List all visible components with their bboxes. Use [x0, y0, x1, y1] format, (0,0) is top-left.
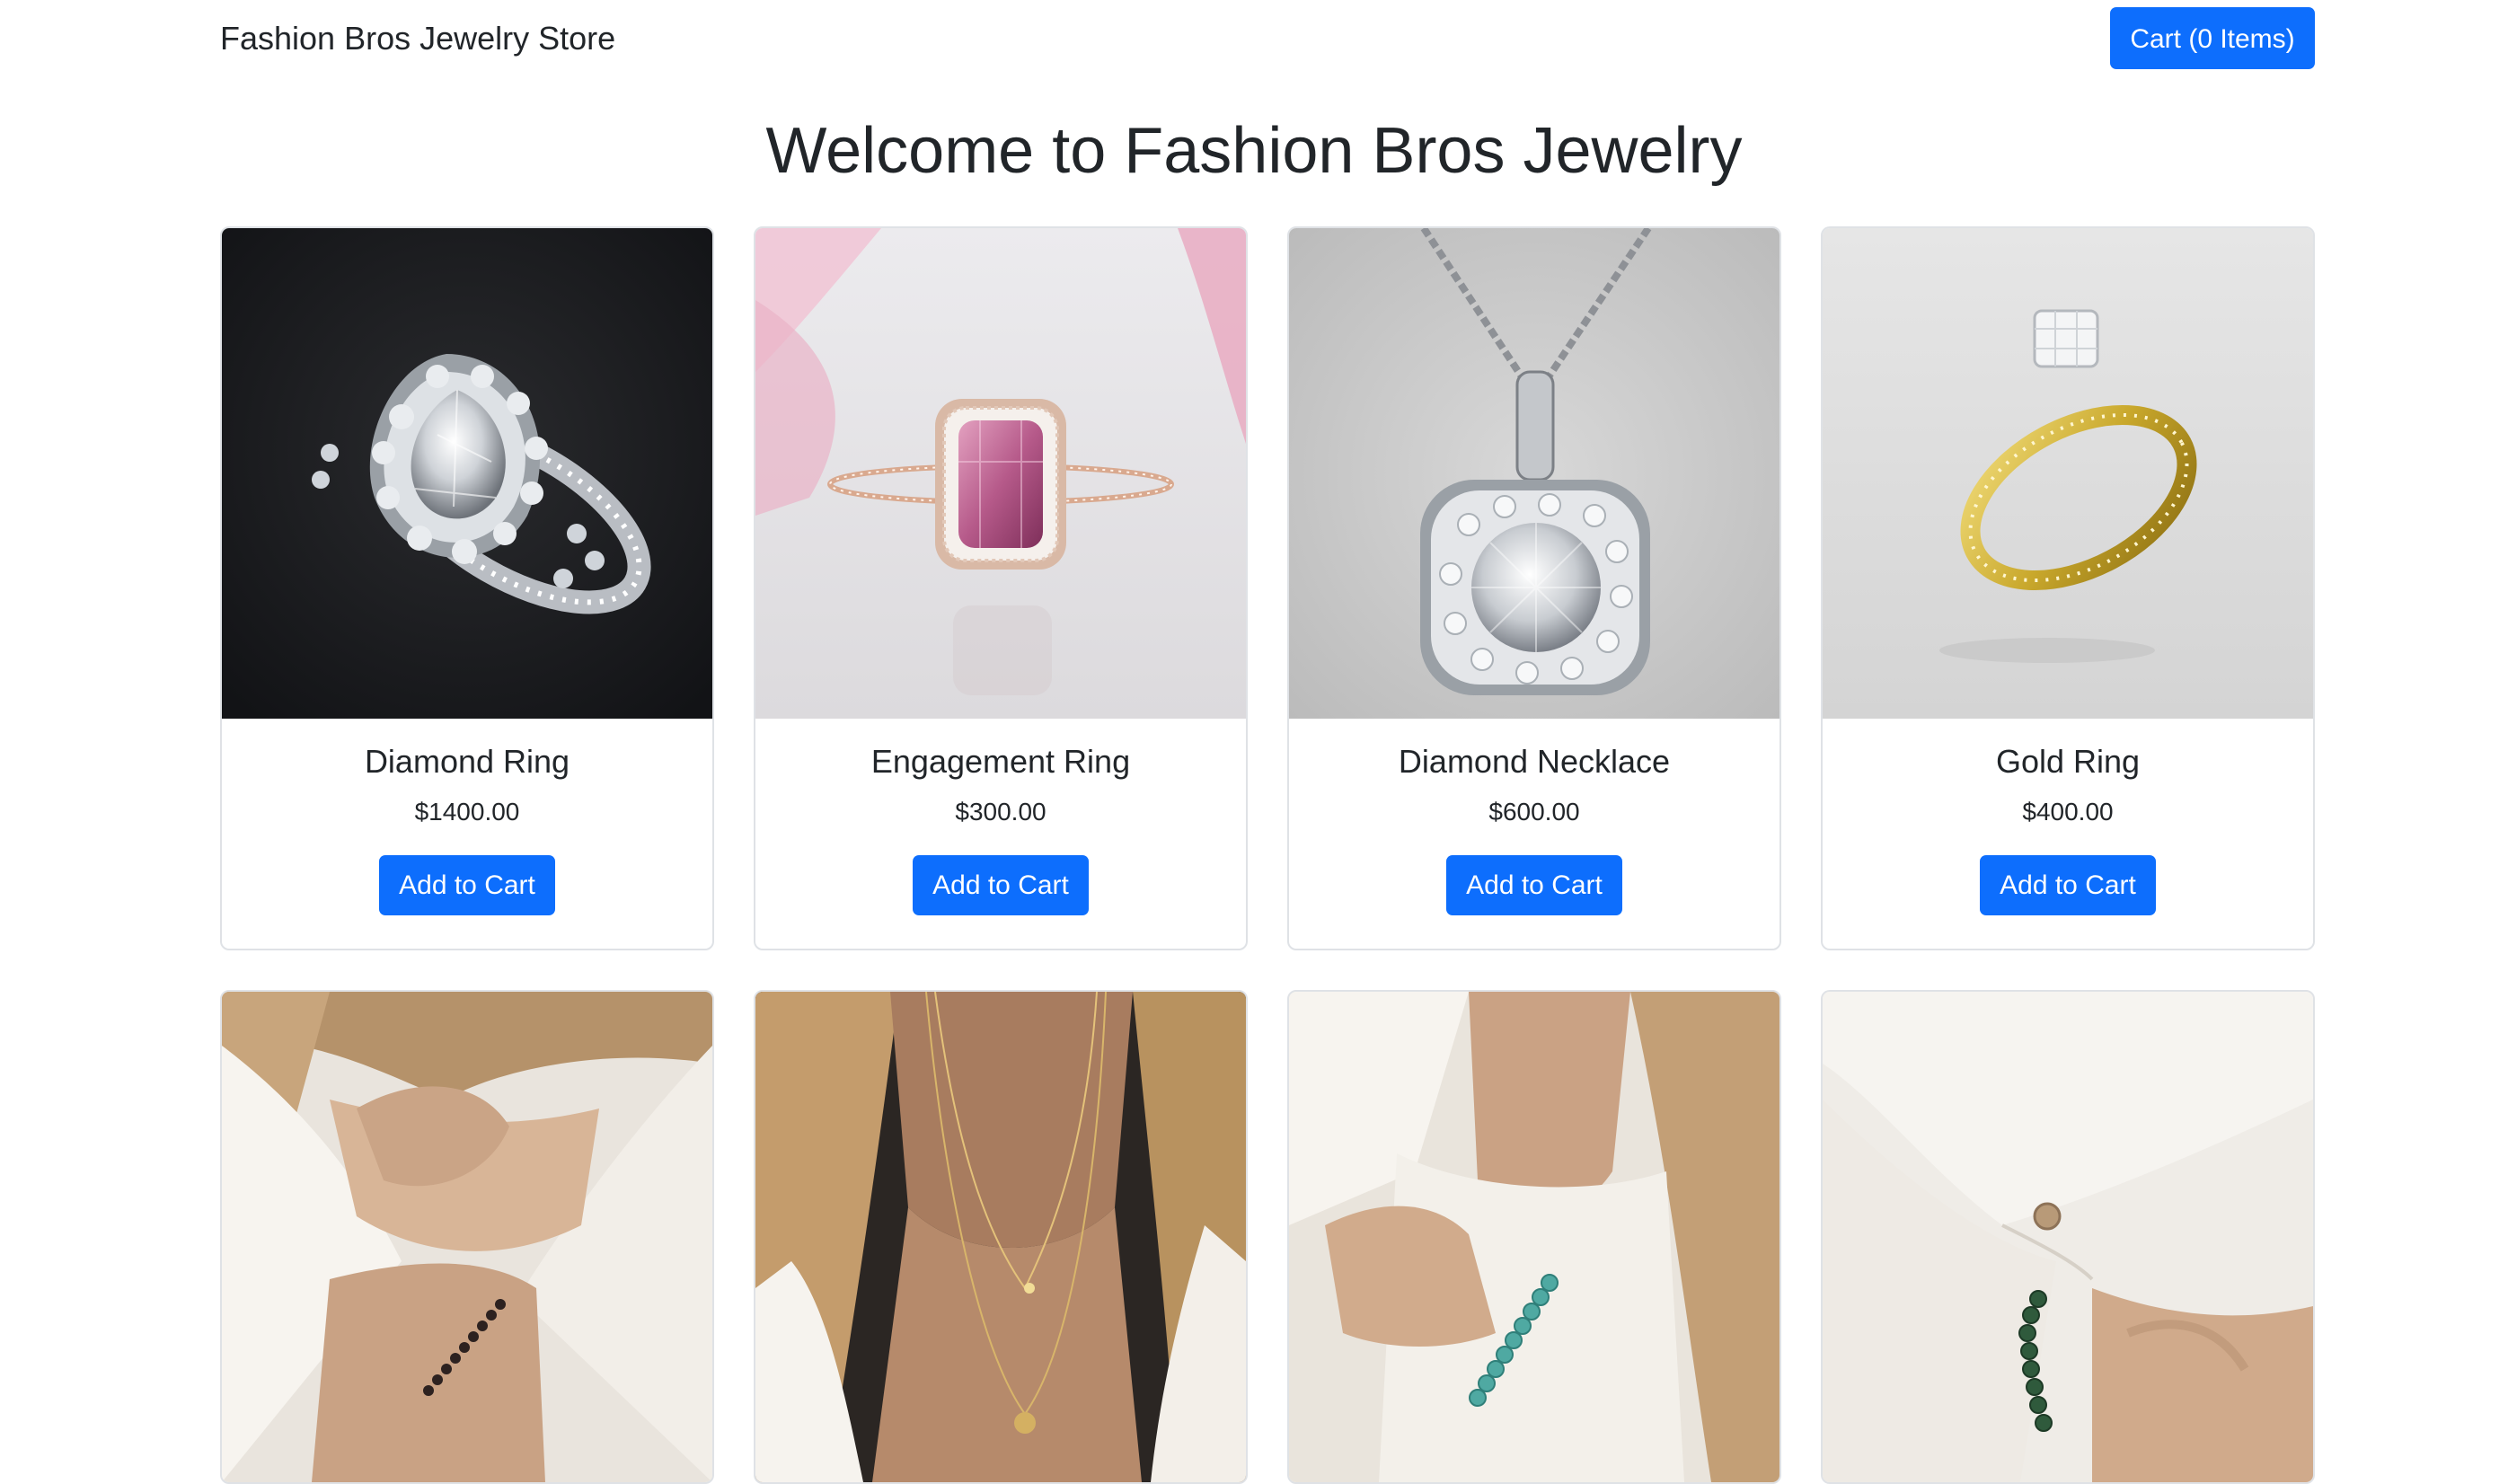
product-card: [220, 990, 714, 1484]
brand-link[interactable]: Fashion Bros Jewelry Store: [220, 21, 615, 57]
product-name: Gold Ring: [1995, 743, 2141, 780]
diamond-necklace-image[interactable]: [1289, 228, 1779, 719]
product-name: Diamond Necklace: [1398, 743, 1671, 780]
product-card: Gold Ring $400.00 Add to Cart: [1821, 226, 2315, 950]
diamond-ring-photo: [222, 228, 712, 719]
engagement-ring-photo: [755, 228, 1246, 719]
gold-ring-photo: [1823, 228, 2313, 719]
gold-ring-image[interactable]: [1823, 228, 2313, 719]
product-name: Diamond Ring: [364, 743, 570, 780]
product-grid: Diamond Ring $1400.00 Add to Cart Engage…: [220, 226, 2315, 1484]
product-price: $400.00: [2022, 798, 2114, 826]
product-name: Engagement Ring: [870, 743, 1131, 780]
add-to-cart-button[interactable]: Add to Cart: [1980, 855, 2156, 915]
cart-button[interactable]: Cart (0 Items): [2110, 7, 2315, 69]
card-body: Engagement Ring $300.00 Add to Cart: [755, 719, 1246, 949]
diamond-ring-image[interactable]: [222, 228, 712, 719]
product-card: [1821, 990, 2315, 1484]
product-card: [1287, 990, 1781, 1484]
product-card: Diamond Ring $1400.00 Add to Cart: [220, 226, 714, 950]
add-to-cart-button[interactable]: Add to Cart: [913, 855, 1089, 915]
beaded-bracelet-photo: [222, 992, 712, 1482]
green-bead-bracelet-image[interactable]: [1823, 992, 2313, 1482]
product-price: $300.00: [955, 798, 1046, 826]
layered-necklace-photo: [755, 992, 1246, 1482]
engagement-ring-image[interactable]: [755, 228, 1246, 719]
add-to-cart-button[interactable]: Add to Cart: [1446, 855, 1622, 915]
card-body: Diamond Ring $1400.00 Add to Cart: [222, 719, 712, 949]
layered-necklace-image[interactable]: [755, 992, 1246, 1482]
diamond-necklace-photo: [1289, 228, 1779, 719]
page-title: Welcome to Fashion Bros Jewelry: [765, 115, 1743, 187]
product-card: Engagement Ring $300.00 Add to Cart: [754, 226, 1248, 950]
card-body: Diamond Necklace $600.00 Add to Cart: [1289, 719, 1779, 949]
product-card: [754, 990, 1248, 1484]
card-body: Gold Ring $400.00 Add to Cart: [1823, 719, 2313, 949]
beaded-bracelet-image[interactable]: [222, 992, 712, 1482]
green-bead-bracelet-photo: [1823, 992, 2313, 1482]
add-to-cart-button[interactable]: Add to Cart: [379, 855, 555, 915]
product-price: $1400.00: [414, 798, 520, 826]
product-card: Diamond Necklace $600.00 Add to Cart: [1287, 226, 1781, 950]
product-price: $600.00: [1488, 798, 1580, 826]
navbar: Fashion Bros Jewelry Store Cart (0 Items…: [220, 7, 2315, 70]
turquoise-bracelet-image[interactable]: [1289, 992, 1779, 1482]
turquoise-bracelet-photo: [1289, 992, 1779, 1482]
